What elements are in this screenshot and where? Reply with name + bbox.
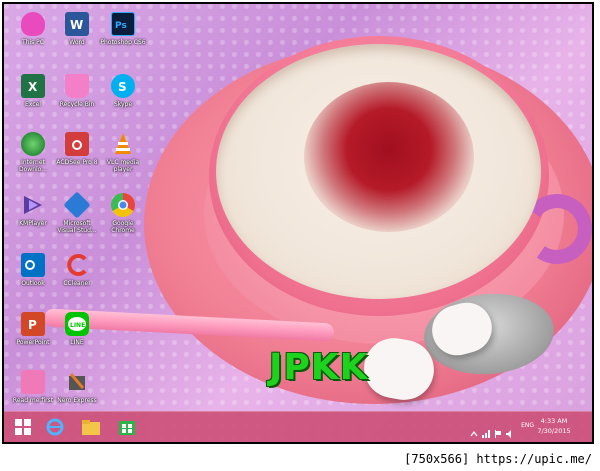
desktop-icon-label: Word	[69, 39, 85, 46]
desktop-icon-label: PowerPoint	[16, 339, 50, 346]
file-explorer-icon[interactable]	[80, 416, 102, 438]
acdsee-icon	[65, 132, 89, 156]
excel-icon: X	[21, 74, 45, 98]
svg-text:LINE: LINE	[70, 322, 85, 329]
svg-text:S: S	[118, 80, 127, 94]
clock-time: 4:33 AM	[540, 417, 568, 425]
desktop-icon-label: Excel	[25, 101, 41, 108]
outlook-icon	[21, 253, 45, 277]
desktop-icon-excel[interactable]: X Excel	[10, 74, 56, 126]
desktop-icon-vlc[interactable]: VLC media player	[100, 132, 146, 184]
svg-text:P: P	[28, 318, 37, 332]
desktop-icon-visual-studio[interactable]: Microsoft Visual Stud...	[54, 191, 100, 245]
visual-studio-icon	[63, 191, 91, 219]
flag-icon[interactable]	[494, 423, 502, 438]
desktop-icon-chrome[interactable]: Google Chrome	[100, 193, 146, 245]
desktop-icon-line[interactable]: LINE LINE	[54, 312, 100, 364]
desktop-icon-label: Google Chrome	[111, 220, 135, 234]
desktop-icon-label: VLC media player	[106, 159, 140, 173]
powerpoint-icon: P	[21, 312, 45, 336]
recycle-bin-icon	[65, 74, 89, 98]
caption-text: [750x566] https://upic.me/	[404, 452, 592, 466]
chrome-icon	[111, 193, 135, 217]
desktop-icon-label: ACDSee Pro 8	[56, 159, 98, 166]
network-icon[interactable]	[482, 423, 490, 438]
taskbar: ENG 4:33 AM 7/30/2015	[4, 411, 592, 442]
desktop-icon-label: Photoshop CS6	[100, 39, 146, 46]
desktop-icon-label: This PC	[22, 39, 44, 46]
image-host-caption: [750x566] https://upic.me/	[0, 448, 600, 471]
svg-text:X: X	[28, 80, 38, 94]
desktop-icon-label: KMPlayer	[19, 220, 47, 227]
ccleaner-icon	[65, 253, 89, 277]
readme-icon	[21, 370, 45, 394]
clock-date: 7/30/2015	[537, 427, 571, 435]
desktop-icon-word[interactable]: W Word	[54, 12, 100, 64]
desktop-icon-kmplayer[interactable]: KMPlayer	[10, 193, 56, 245]
desktop-icon-label: Outlook	[21, 280, 45, 287]
desktop-icon-acdsee[interactable]: ACDSee Pro 8	[54, 132, 100, 184]
svg-text:W: W	[70, 18, 83, 32]
idm-icon	[21, 132, 45, 156]
wallpaper-cocoa-dust	[304, 82, 474, 232]
desktop-icon-label: Skype	[113, 101, 133, 108]
desktop-icon-label: LINE	[70, 339, 84, 346]
desktop-icon-idm[interactable]: Internet Downlo...	[10, 132, 56, 184]
kmplayer-icon	[21, 193, 45, 217]
this-pc-icon	[21, 12, 45, 36]
speaker-icon[interactable]	[506, 423, 514, 438]
photoshop-icon: Ps	[111, 12, 135, 36]
desktop-icon-label: Read me first	[12, 397, 54, 404]
desktop-icon-this-pc[interactable]: This PC	[10, 12, 56, 64]
watermark-text: JPKK	[269, 347, 369, 388]
desktop-icon-skype[interactable]: S Skype	[100, 74, 146, 126]
desktop-icon-outlook[interactable]: Outlook	[10, 253, 56, 305]
desktop-icon-recycle-bin[interactable]: Recycle Bin	[54, 74, 100, 126]
nero-icon	[65, 370, 89, 394]
line-icon: LINE	[65, 312, 89, 336]
desktop-icon-ccleaner[interactable]: CCleaner	[54, 253, 100, 305]
desktop-icon-photoshop[interactable]: Ps Photoshop CS6	[100, 12, 146, 64]
windows-start-icon[interactable]	[12, 416, 34, 438]
internet-explorer-icon[interactable]	[44, 416, 66, 438]
clock[interactable]: 4:33 AM 7/30/2015	[524, 416, 584, 436]
word-icon: W	[65, 12, 89, 36]
desktop-icon-label: Nero Express	[57, 397, 97, 404]
desktop-icon-label: CCleaner	[63, 280, 91, 287]
desktop-icon-label: Internet Downlo...	[19, 159, 47, 173]
desktop: JPKK This PC W Word Ps Photoshop CS6 X E…	[2, 2, 594, 444]
desktop-icon-label: Recycle Bin	[59, 101, 95, 108]
vlc-icon	[111, 132, 135, 156]
desktop-icon-powerpoint[interactable]: P PowerPoint	[10, 312, 56, 364]
desktop-icon-label: Microsoft Visual Stud...	[57, 220, 97, 234]
svg-text:Ps: Ps	[115, 21, 127, 31]
skype-icon: S	[111, 74, 135, 98]
store-icon[interactable]	[116, 416, 138, 438]
chevron-up-icon[interactable]	[470, 423, 478, 437]
